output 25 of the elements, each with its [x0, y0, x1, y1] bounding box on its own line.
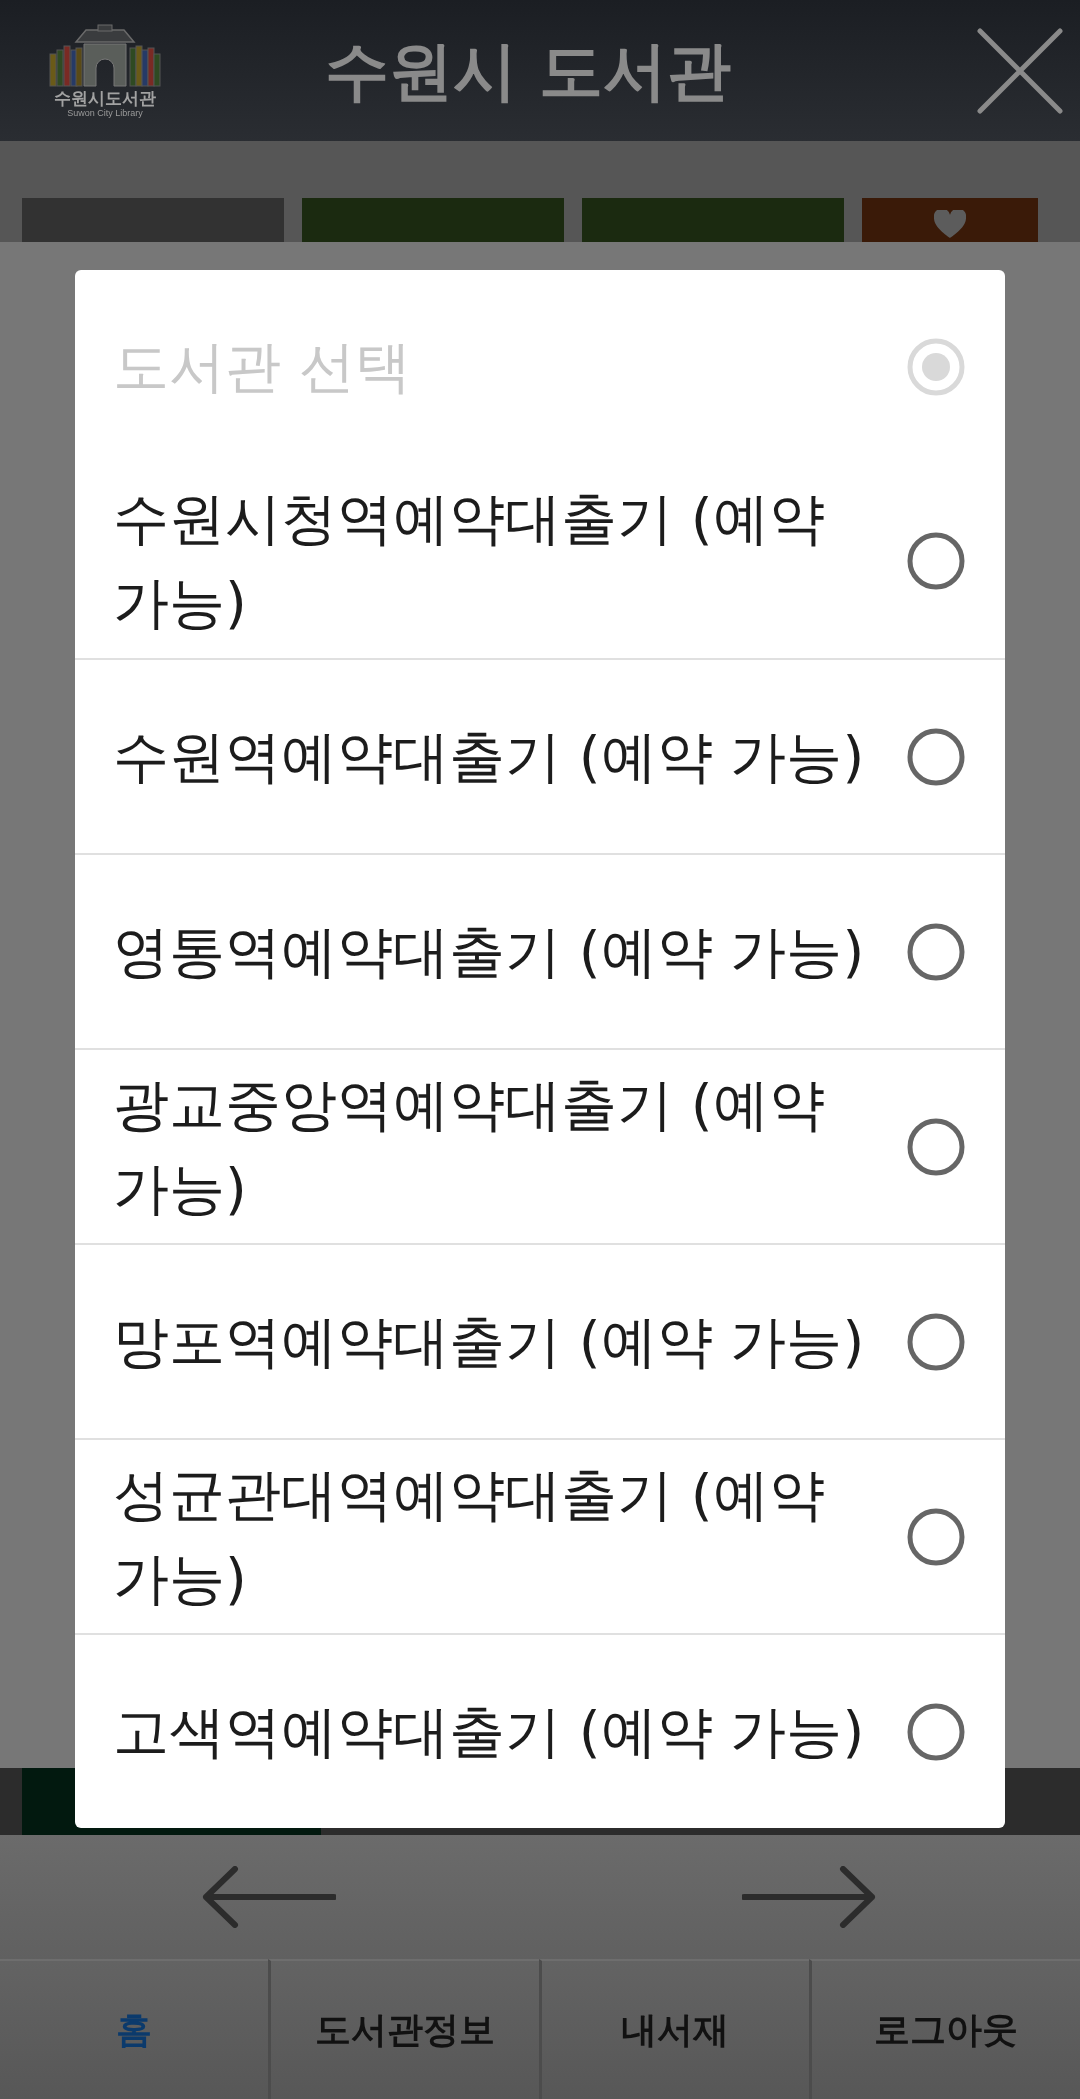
logo-subtitle: Suwon City Library	[67, 107, 143, 118]
radio-button[interactable]	[907, 1507, 965, 1566]
logo-text: 수원시도서관	[54, 88, 156, 108]
option-label: 성균관대역예약대출기 (예약 가능)	[113, 1460, 826, 1613]
option-label: 수원역예약대출기 (예약 가능)	[113, 722, 866, 791]
close-icon[interactable]	[977, 27, 1063, 114]
option-label: 고색역예약대출기 (예약 가능)	[113, 1697, 866, 1766]
radio-button[interactable]	[907, 531, 965, 590]
nav-tab[interactable]: 내서재	[538, 1959, 810, 2099]
option-label: 망포역예약대출기 (예약 가능)	[113, 1307, 866, 1376]
nav-tab[interactable]: 로그아웃	[809, 1959, 1080, 2099]
radio-button[interactable]	[907, 1702, 965, 1761]
left-arrow-icon[interactable]	[202, 1866, 336, 1928]
radio-button[interactable]	[907, 1117, 965, 1176]
nav-tab[interactable]: 도서관정보	[267, 1959, 539, 2099]
app-title: 수원시 도서관	[323, 32, 733, 110]
option-label: 수원시청역예약대출기 (예약 가능)	[113, 484, 826, 637]
option-label: 광교중앙역예약대출기 (예약 가능)	[113, 1070, 826, 1223]
gate-books-icon	[46, 23, 164, 88]
option-label: 영통역예약대출기 (예약 가능)	[113, 917, 866, 986]
radio-button[interactable]	[907, 922, 965, 981]
right-arrow-icon[interactable]	[742, 1866, 876, 1928]
radio-button[interactable]	[907, 1312, 965, 1371]
radio-button[interactable]	[907, 727, 965, 786]
heart-icon	[934, 210, 966, 238]
